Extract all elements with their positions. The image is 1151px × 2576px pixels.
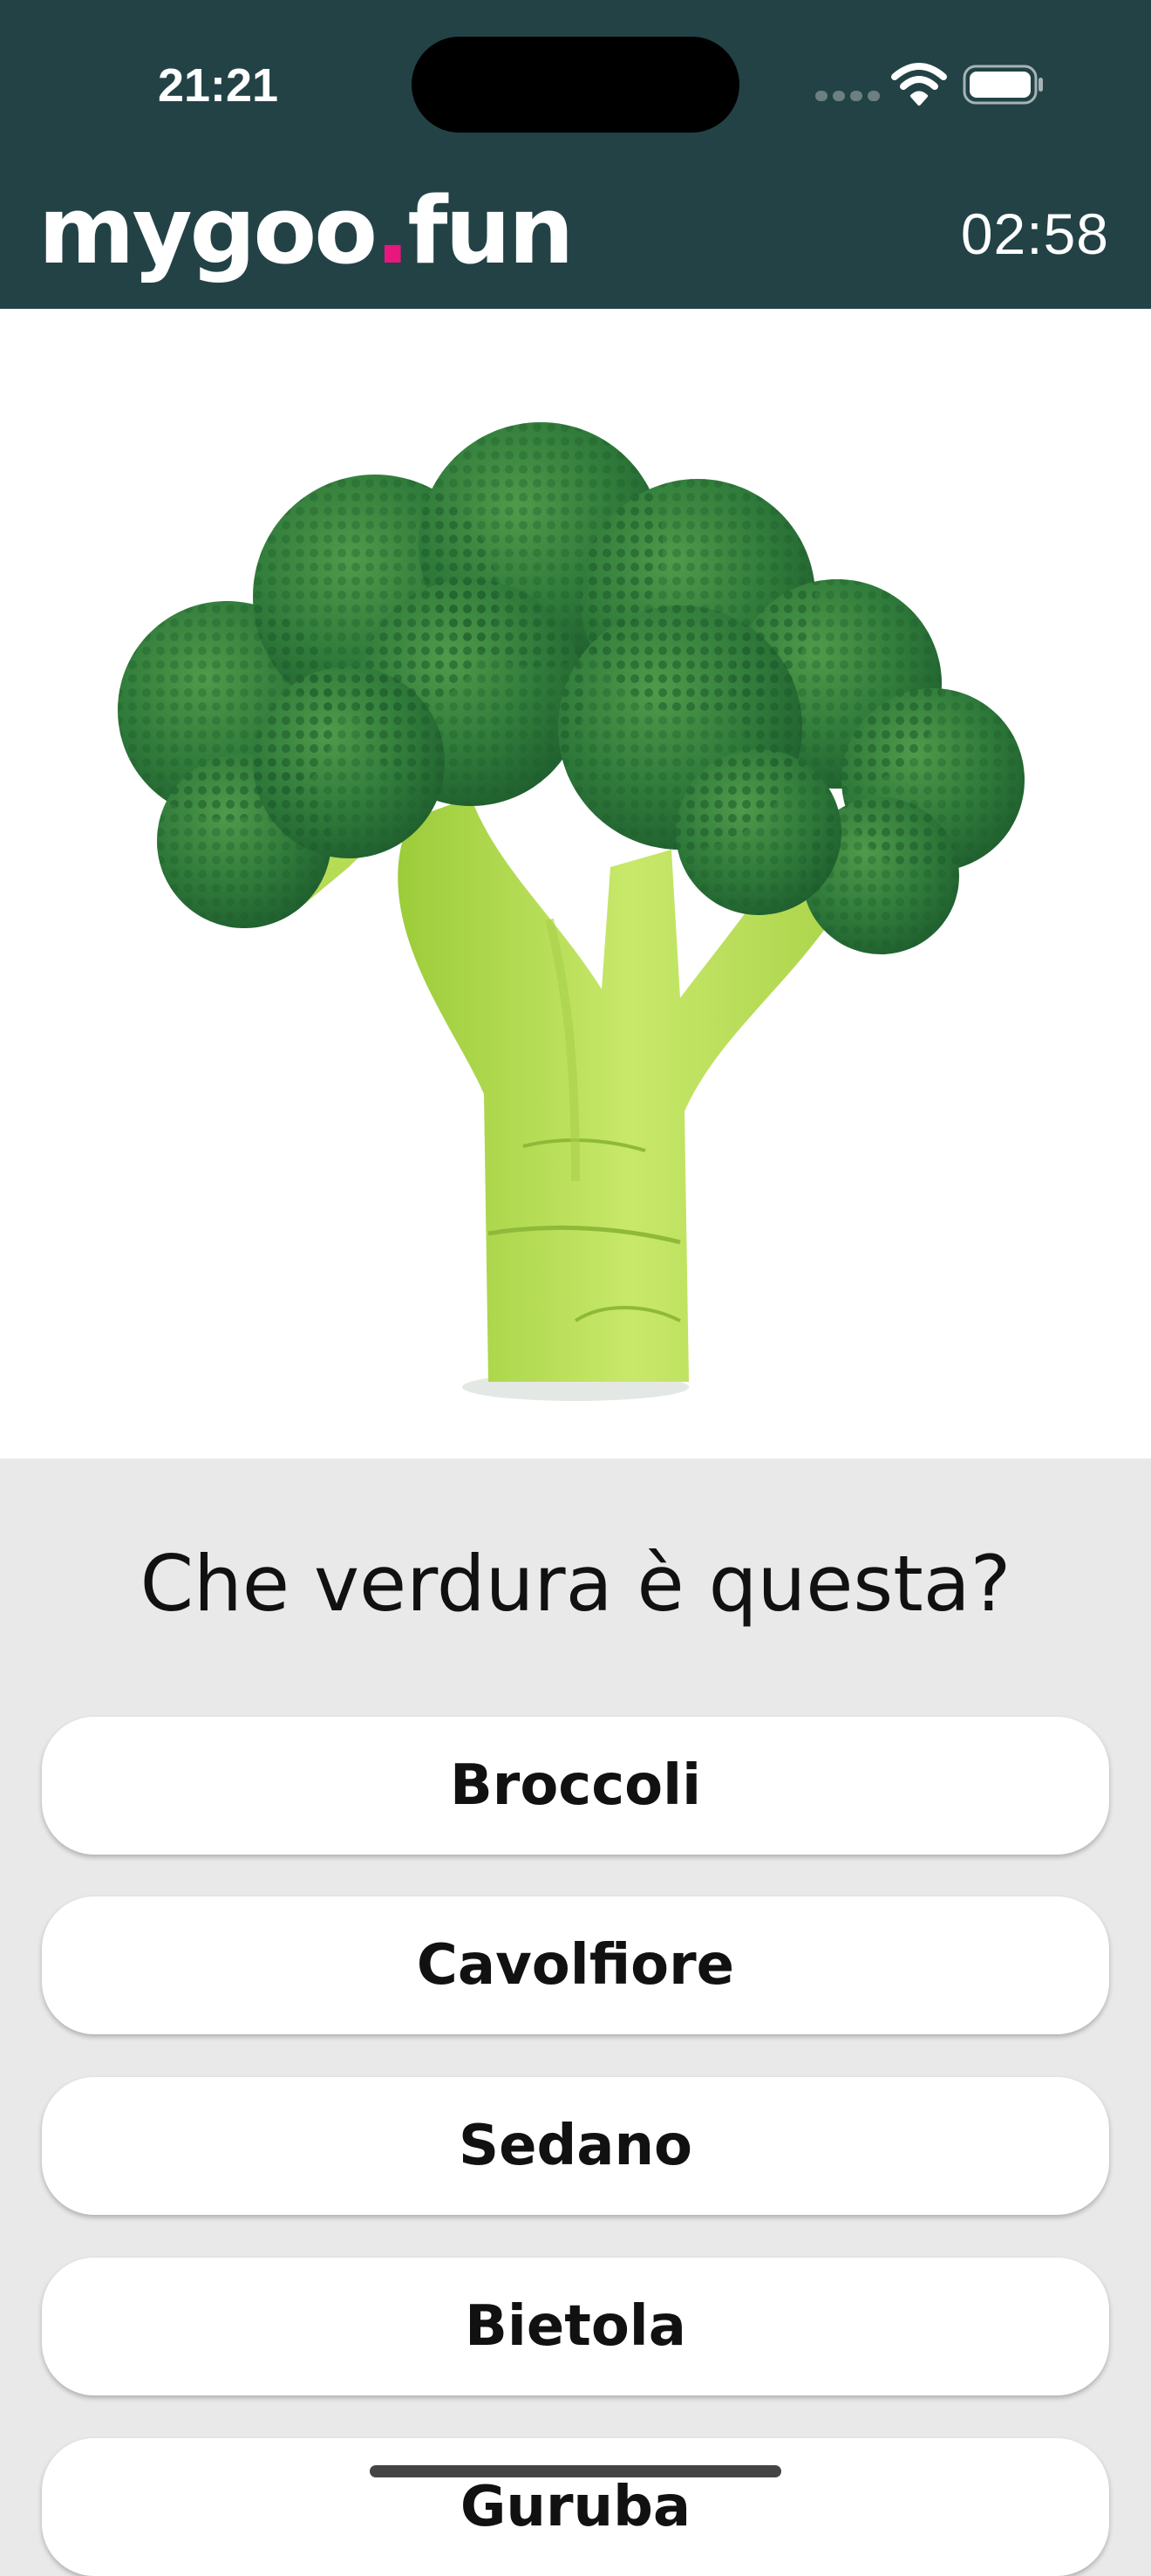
wifi-icon (891, 63, 947, 106)
answer-button-4[interactable]: Bietola (42, 2258, 1109, 2395)
answer-button-2[interactable]: Cavolfiore (42, 1896, 1109, 2034)
dynamic-island (412, 37, 739, 133)
countdown-timer: 02:58 (960, 202, 1109, 266)
home-indicator[interactable] (370, 2465, 781, 2477)
logo-dot: . (375, 177, 410, 284)
app-header: 21:21 mygoo.fun 02:58 (0, 0, 1151, 309)
answer-button-5[interactable]: Guruba (42, 2438, 1109, 2576)
question-text: Che verdura è questa? (140, 1539, 1011, 1629)
answer-button-3[interactable]: Sedano (42, 2077, 1109, 2215)
status-time: 21:21 (157, 59, 279, 112)
logo-main: mygoo (38, 177, 378, 284)
logo-tld: fun (407, 177, 574, 284)
question-image-area (0, 309, 1151, 1459)
broccoli-image (118, 422, 1025, 1401)
answer-button-1[interactable]: Broccoli (42, 1717, 1109, 1855)
app-logo[interactable]: mygoo.fun (38, 166, 574, 297)
battery-icon (963, 65, 1043, 105)
